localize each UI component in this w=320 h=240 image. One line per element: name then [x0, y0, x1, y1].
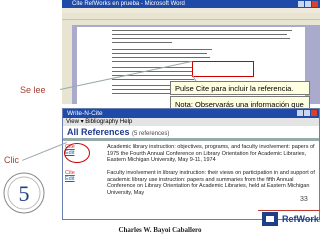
rw-title-bar: Write-N-Cite	[63, 109, 319, 118]
reference-text: Academic library instruction: objectives…	[107, 144, 315, 163]
footer-author: Charles W. Bayoi Caballero	[118, 226, 202, 234]
svg-text:5: 5	[19, 181, 30, 206]
word-side-toolbar[interactable]	[62, 25, 72, 104]
close-icon[interactable]	[312, 1, 318, 7]
rw-title: Write-N-Cite	[67, 110, 103, 117]
clic-pointer	[22, 142, 67, 161]
rw-menu-bar[interactable]: View ▾ Bibliography Help	[63, 118, 319, 126]
references-count: (5 references)	[132, 131, 170, 137]
word-title-bar: Cite RefWorks en prueba - Microsoft Word	[62, 0, 320, 8]
refworks-logo: RefWorks	[282, 214, 320, 224]
maximize-icon[interactable]	[305, 1, 311, 7]
maximize-icon[interactable]	[304, 110, 310, 116]
minimize-icon[interactable]	[298, 1, 304, 7]
cite-highlight-circle	[64, 143, 90, 163]
header-divider	[63, 138, 319, 141]
write-n-cite-window: Write-N-Cite View ▾ Bibliography Help Al…	[62, 108, 320, 220]
highlighted-reference-marker	[192, 61, 254, 77]
conference-logo: 5	[3, 172, 45, 214]
page-number: 33	[300, 196, 308, 203]
se-lee-label: Se lee	[20, 85, 46, 95]
clic-label: Clic	[4, 155, 19, 165]
rw-window-controls[interactable]	[297, 110, 317, 116]
window-controls[interactable]	[298, 1, 318, 7]
reference-text: Faculty involvement in library instructi…	[107, 170, 315, 196]
word-toolbar-standard[interactable]	[62, 13, 320, 20]
reference-row: Cite Edit Faculty involvement in library…	[63, 169, 319, 196]
close-icon[interactable]	[311, 110, 317, 116]
cite-tooltip: Pulse Cite para incluir la referencia.	[170, 81, 310, 95]
references-title: All References	[67, 127, 130, 137]
word-toolbar-formatting[interactable]	[62, 20, 320, 25]
edit-link[interactable]: Edit	[65, 176, 75, 182]
word-title: Cite RefWorks en prueba - Microsoft Word	[72, 1, 185, 7]
minimize-icon[interactable]	[297, 110, 303, 116]
reference-row: Cite Edit Academic library instruction: …	[63, 143, 319, 165]
references-header: All References (5 references)	[63, 127, 319, 138]
